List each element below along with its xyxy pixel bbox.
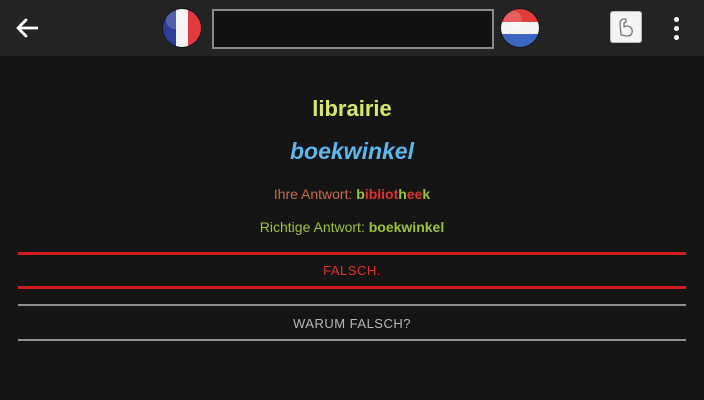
arrow-left-icon: [16, 18, 38, 38]
your-answer-value: bibliotheek: [356, 186, 430, 202]
menu-dot-icon: [673, 34, 679, 40]
why-top-divider: [18, 304, 686, 306]
france-flag-icon: [163, 9, 201, 47]
answer-segment-correct: b: [356, 186, 365, 202]
back-button[interactable]: [10, 12, 44, 44]
correct-answer-label: Richtige Antwort:: [259, 219, 365, 235]
correct-word: boekwinkel: [290, 138, 414, 164]
answer-segment-wrong: ibliot: [364, 186, 399, 202]
answer-segment-correct: h: [398, 186, 407, 202]
why-wrong-button[interactable]: WARUM FALSCH?: [18, 316, 686, 331]
target-language-flag[interactable]: [501, 9, 539, 47]
answer-segment-wrong: ee: [406, 186, 423, 202]
flexed-arm-icon: [619, 18, 633, 37]
your-answer-line: Ihre Antwort: bibliotheek: [0, 186, 704, 202]
overflow-menu-button[interactable]: [664, 12, 688, 44]
search-input[interactable]: [212, 9, 494, 49]
top-toolbar: [0, 0, 704, 56]
question-word: librairie: [312, 96, 392, 121]
netherlands-flag-icon: [501, 9, 539, 47]
source-language-flag[interactable]: [163, 9, 201, 47]
your-answer-label: Ihre Antwort:: [273, 186, 353, 202]
correct-answer-value: boekwinkel: [368, 219, 445, 235]
menu-dot-icon: [673, 16, 679, 22]
why-bottom-divider: [18, 339, 686, 341]
verdict-bottom-divider: [18, 286, 686, 289]
correct-answer-line: Richtige Antwort: boekwinkel: [0, 219, 704, 235]
training-button[interactable]: [610, 11, 642, 43]
answer-segment-correct: k: [422, 186, 431, 202]
verdict-top-divider: [18, 252, 686, 255]
menu-dot-icon: [673, 25, 679, 31]
verdict-label: FALSCH.: [323, 263, 381, 278]
